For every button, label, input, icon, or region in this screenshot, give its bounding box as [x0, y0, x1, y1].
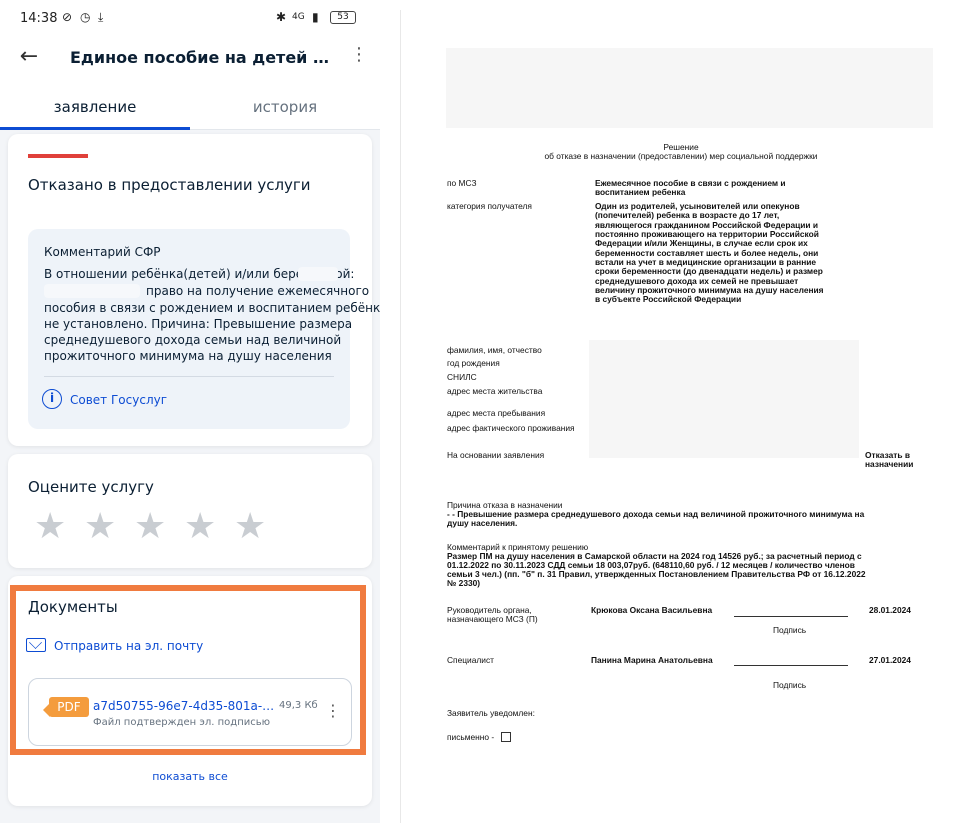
comment-line: не установлено. Причина: Превышение разм…	[44, 317, 353, 331]
head-label: назначающего МСЗ (П)	[447, 614, 538, 624]
comment-line: прожиточного минимума на душу населения	[44, 349, 332, 363]
comment-divider	[44, 376, 334, 377]
rating-card: Оцените услугу ★ ★ ★ ★ ★	[8, 454, 372, 568]
star-icon[interactable]: ★	[134, 506, 166, 547]
star-icon[interactable]: ★	[234, 506, 266, 547]
person-label: СНИЛС	[447, 372, 477, 382]
decision-document: Решение об отказе в назначении (предоста…	[400, 10, 960, 823]
refusal-title: Отказано в предоставлении услуги	[28, 176, 311, 194]
person-label: адрес места пребывания	[447, 408, 546, 418]
battery-indicator: 53	[330, 11, 356, 24]
redacted-name	[44, 284, 140, 298]
signal-icon: ▮	[312, 10, 319, 24]
comment-value: № 2330)	[447, 578, 481, 588]
document-header-blank	[446, 48, 933, 128]
comment-line: пособия в связи с рождением и воспитание…	[44, 301, 380, 315]
tab-bar: заявление история	[0, 82, 380, 130]
alarm-icon: ◷	[80, 10, 91, 24]
tab-history[interactable]: история	[190, 98, 380, 116]
network-type-label: 4G	[292, 12, 305, 22]
basis-action: назначении	[865, 459, 914, 469]
wifi-off-icon: ⊘	[62, 10, 73, 24]
reason-value: душу населения.	[447, 518, 518, 528]
comment-heading: Комментарий СФР	[44, 245, 161, 259]
page-title: Единое пособие на детей и бере…	[70, 48, 340, 67]
more-vertical-icon[interactable]: ⋮	[350, 44, 368, 65]
specialist-date: 27.01.2024	[869, 655, 911, 665]
status-bar: 14:38 ⊘ ◷ ⤓ ✱ 4G ▮ 53	[0, 0, 380, 36]
gosuslugi-advice-link[interactable]: Совет Госуслуг	[70, 393, 167, 407]
documents-highlight-frame	[10, 585, 366, 755]
category-label: категория получателя	[447, 201, 532, 211]
measure-label: по МСЗ	[447, 178, 477, 188]
sfr-comment-box: Комментарий СФР В отношении ребёнка(дете…	[28, 229, 380, 429]
star-icon[interactable]: ★	[84, 506, 116, 547]
back-arrow-icon[interactable]: ←	[16, 44, 42, 70]
panel-gap	[380, 0, 400, 823]
specialist-name: Панина Марина Анатольевна	[591, 655, 713, 665]
signature-label: Подпись	[773, 625, 807, 635]
head-date: 28.01.2024	[869, 605, 911, 615]
category-value: (попечителей) ребенка в возрасте до 17 л…	[595, 210, 780, 220]
category-value: Федерации и/или Женщины, в случае если с…	[595, 238, 808, 248]
person-label: фамилия, имя, отчество	[447, 345, 542, 355]
app-bar: ← Единое пособие на детей и бере… ⋮	[0, 36, 380, 82]
comment-line: среднедушевого дохода семьи над величино…	[44, 333, 342, 347]
comment-line: право на получение ежемесячного	[146, 284, 370, 298]
basis-label: На основании заявления	[447, 450, 545, 460]
category-value: сроки беременности (до двенадцати недель…	[595, 266, 823, 276]
show-all-link[interactable]: показать все	[0, 770, 380, 783]
info-icon: i	[42, 389, 62, 409]
measure-value: воспитанием ребенка	[595, 187, 686, 197]
rating-title: Оцените услугу	[28, 478, 154, 496]
signature-label: Подпись	[773, 680, 807, 690]
star-icon[interactable]: ★	[34, 506, 66, 547]
download-icon: ⤓	[98, 10, 104, 24]
written-label: письменно -	[447, 732, 495, 742]
comment-value: семьи 3 чел.) (пп. "б" п. 31 Правил, утв…	[447, 569, 866, 579]
bluetooth-icon: ✱	[276, 10, 287, 24]
written-checkbox	[501, 732, 511, 742]
star-icon[interactable]: ★	[184, 506, 216, 547]
refusal-card: Отказано в предоставлении услуги Коммент…	[8, 134, 380, 446]
mobile-app-panel: 14:38 ⊘ ◷ ⤓ ✱ 4G ▮ 53 ← Единое пособие н…	[0, 0, 380, 823]
signature-line	[734, 616, 848, 617]
person-label: год рождения	[447, 358, 500, 368]
signature-line	[734, 665, 848, 666]
active-tab-indicator	[0, 127, 190, 130]
specialist-label: Специалист	[447, 655, 494, 665]
redacted-personal-data	[589, 340, 859, 458]
category-value: в субъекте Российской Федерации	[595, 294, 742, 304]
head-name: Крюкова Оксана Васильевна	[591, 605, 713, 615]
person-label: адрес фактического проживания	[447, 423, 575, 433]
redacted-name	[298, 267, 338, 281]
person-label: адрес места жительства	[447, 386, 543, 396]
status-time: 14:38	[20, 11, 58, 26]
status-strip	[28, 154, 88, 158]
document-subtitle: об отказе в назначении (предоставлении) …	[544, 151, 818, 161]
notified-label: Заявитель уведомлен:	[447, 708, 535, 718]
tab-application[interactable]: заявление	[0, 98, 190, 116]
